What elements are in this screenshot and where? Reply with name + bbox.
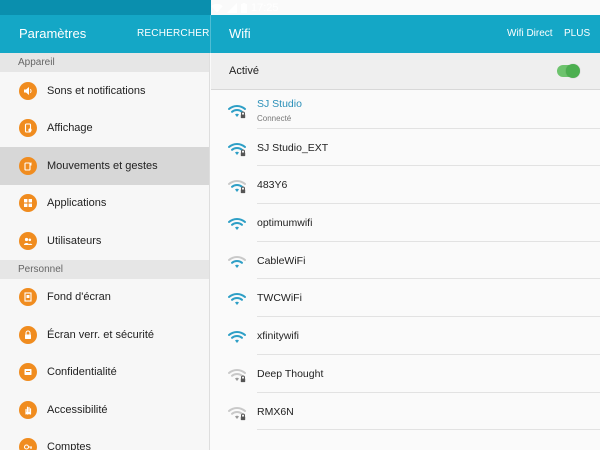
wifi-panel: Activé SJ Studio Connecté SJ Studio_EXT … [211, 53, 600, 450]
wifi-signal-icon [228, 291, 248, 307]
network-status: Connecté [257, 114, 292, 123]
volume-icon [19, 81, 37, 100]
lock-icon [19, 325, 37, 344]
sidebar-item-privacy[interactable]: Confidentialité [0, 354, 209, 392]
network-item[interactable]: SJ Studio_EXT [211, 129, 600, 167]
wifi-master-switch-row[interactable]: Activé [211, 53, 600, 90]
search-button[interactable]: RECHERCHER [137, 28, 210, 39]
network-name: 483Y6 [257, 179, 288, 192]
sidebar-item-label: Écran verr. et sécurité [47, 328, 154, 341]
network-name: SJ Studio_EXT [257, 141, 329, 154]
users-icon [19, 231, 37, 250]
status-icons: 17:25 [211, 0, 600, 15]
sidebar-item-label: Confidentialité [47, 366, 117, 379]
network-list: SJ Studio Connecté SJ Studio_EXT 483Y6 o… [211, 91, 600, 431]
network-name: optimumwifi [257, 217, 313, 230]
sidebar-item-label: Utilisateurs [47, 234, 102, 247]
wifi-signal-icon [228, 141, 248, 157]
wifi-direct-button[interactable]: Wifi Direct [507, 28, 553, 39]
sidebar-item-label: Mouvements et gestes [47, 159, 158, 172]
network-item[interactable]: RMX6N [211, 393, 600, 431]
app-bar: Paramètres RECHERCHER Wifi Wifi Direct P… [0, 15, 600, 53]
network-item[interactable]: SJ Studio Connecté [211, 91, 600, 129]
wifi-signal-icon [228, 329, 248, 345]
network-item[interactable]: xfinitywifi [211, 317, 600, 355]
motion-icon [19, 156, 37, 175]
network-name: xfinitywifi [257, 330, 300, 343]
sidebar-item-label: Comptes [47, 441, 92, 450]
apps-icon [19, 194, 37, 213]
network-item[interactable]: optimumwifi [211, 204, 600, 242]
sidebar-item-lockscreen[interactable]: Écran verr. et sécurité [0, 316, 209, 354]
wifi-toggle[interactable] [557, 64, 580, 78]
sidebar-item-display[interactable]: Affichage [0, 110, 209, 148]
page-title: Wifi [229, 26, 251, 41]
privacy-icon [19, 363, 37, 382]
more-button[interactable]: PLUS [564, 28, 590, 39]
section-header-device: Appareil [0, 53, 209, 72]
sidebar-item-label: Affichage [47, 122, 93, 135]
wallpaper-icon [19, 288, 37, 307]
sidebar-item-accounts[interactable]: Comptes [0, 429, 209, 450]
wifi-signal-icon [228, 367, 248, 383]
wifi-signal-icon [228, 178, 248, 194]
network-name: CableWiFi [257, 254, 306, 267]
hand-icon [19, 400, 37, 419]
sidebar-item-wallpaper[interactable]: Fond d'écran [0, 279, 209, 317]
toggle-knob [566, 64, 580, 78]
network-item[interactable]: CableWiFi [211, 242, 600, 280]
section-header-personal: Personnel [0, 259, 209, 279]
sidebar-item-motions[interactable]: Mouvements et gestes [0, 147, 209, 185]
status-bar: 17:25 [0, 0, 600, 15]
wifi-active-label: Activé [229, 65, 259, 77]
sidebar-item-label: Accessibilité [47, 403, 108, 416]
status-time: 17:25 [251, 1, 279, 14]
wifi-status-icon [211, 3, 223, 13]
wifi-signal-icon [228, 216, 248, 232]
sidebar-item-label: Applications [47, 197, 107, 210]
signal-icon [227, 2, 237, 13]
network-name: RMX6N [257, 405, 294, 418]
network-name: SJ Studio [257, 98, 302, 110]
sidebar-item-applications[interactable]: Applications [0, 185, 209, 223]
network-name: TWCWiFi [257, 292, 302, 305]
wifi-signal-icon [228, 254, 248, 270]
appbar-divider [210, 15, 211, 53]
display-icon [19, 119, 37, 138]
sidebar-item-sounds[interactable]: Sons et notifications [0, 72, 209, 110]
divider [257, 429, 600, 431]
sidebar-item-label: Sons et notifications [47, 84, 146, 97]
network-item[interactable]: 483Y6 [211, 166, 600, 205]
key-icon [19, 438, 37, 450]
wifi-signal-icon [228, 103, 248, 119]
network-item[interactable]: Deep Thought [211, 355, 600, 393]
battery-icon [241, 2, 247, 13]
sidebar-item-label: Fond d'écran [47, 291, 111, 304]
wifi-signal-icon [228, 405, 248, 421]
sidebar-item-users[interactable]: Utilisateurs [0, 222, 209, 260]
sidebar-item-accessibility[interactable]: Accessibilité [0, 391, 209, 429]
network-item[interactable]: TWCWiFi [211, 279, 600, 318]
network-name: Deep Thought [257, 367, 324, 380]
settings-sidebar: Appareil Sons et notifications Affichage… [0, 53, 210, 450]
settings-title: Paramètres [19, 26, 87, 41]
